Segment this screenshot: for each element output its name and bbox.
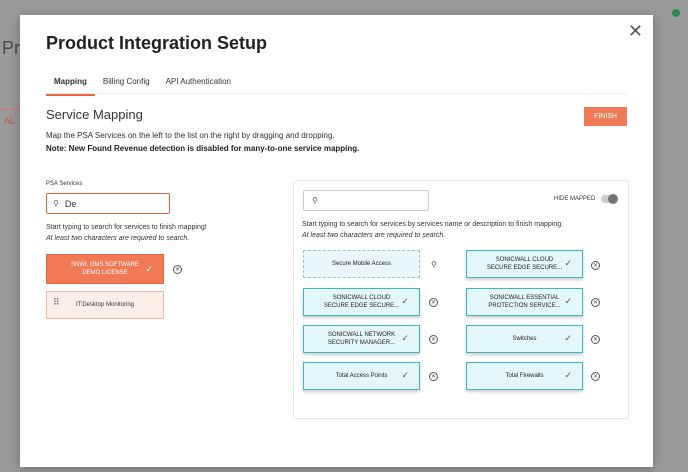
services-search-hint: Start typing to search for services by s… [302,221,564,228]
hide-mapped-toggle[interactable] [601,194,618,204]
check-icon: ✓ [564,333,572,343]
services-search-input[interactable]: ⚲ [303,190,429,211]
service-card[interactable]: Switches ✓ [466,325,583,353]
service-card-line1: SONICWALL CLOUD [495,257,554,263]
service-card-line1: SONICWALL NETWORK [327,332,396,338]
service-card[interactable]: SONICWALL ESSENTIAL PROTECTION SERVICE...… [466,288,583,316]
services-panel: ⚲ HIDE MAPPED Start typing to search for… [293,180,629,419]
psa-services-label: PSA Services [46,181,83,187]
psa-card-line1: IT:Desktop Monitoring [75,302,135,308]
check-icon: ✓ [564,370,572,380]
hide-mapped-label: HIDE MAPPED [554,196,596,202]
check-icon: ✓ [564,258,572,268]
service-card[interactable]: Total Access Points ✓ [303,362,420,390]
unmap-x-icon[interactable]: ✕ [429,372,438,381]
service-card[interactable]: Secure Mobile Access [303,250,420,278]
unmap-x-icon[interactable]: ✕ [591,372,600,381]
integration-setup-modal: ✕ Product Integration Setup Mapping Bill… [20,15,653,467]
psa-card-line2: DEMO LICENSE [82,270,128,276]
modal-title: Product Integration Setup [46,33,268,53]
services-search-min-hint: At least two characters are required to … [302,232,446,239]
psa-search-min-hint: At least two characters are required to … [46,235,190,242]
drag-handle-icon[interactable]: ⠿ [53,298,60,307]
unmap-x-icon[interactable]: ✕ [591,261,600,270]
mapping-description: Map the PSA Services on the left to the … [46,131,335,140]
mapping-note: Note: New Found Revenue detection is dis… [46,144,360,153]
unmap-x-icon[interactable]: ✕ [173,265,182,274]
background-divider [0,109,22,110]
service-card-line1: Total Firewalls [505,373,544,379]
background-title: Pr [2,38,20,58]
service-card-line2: SECURE EDGE SECURE... [323,303,400,309]
close-icon[interactable]: ✕ [628,21,643,42]
background-tab: AL [4,116,16,126]
check-icon: ✓ [145,264,153,274]
service-card-line1: SONICWALL CLOUD [332,295,391,301]
unmap-x-icon[interactable]: ✕ [429,298,438,307]
finish-button[interactable]: FINISH [584,107,627,126]
service-card-line2: SECURITY MANAGER... [327,340,396,346]
service-card-line1: Switches [512,336,537,342]
psa-search-hint: Start typing to search for services to f… [46,224,207,231]
psa-search-value: De [64,198,77,209]
status-dot [672,9,680,17]
service-card-line2: PROTECTION SERVICE... [488,303,561,309]
service-card[interactable]: SONICWALL CLOUD SECURE EDGE SECURE... ✓ [303,288,420,316]
tab-divider [46,93,626,94]
filter-icon: ⚲ [312,196,318,205]
unmap-x-icon[interactable]: ✕ [591,298,600,307]
check-icon: ✓ [401,370,409,380]
check-icon: ✓ [564,296,572,306]
check-icon: ✓ [401,333,409,343]
filter-icon: ⚲ [53,199,59,208]
service-card-line2: SECURE EDGE SECURE... [486,265,563,271]
unmap-x-icon[interactable]: ✕ [429,335,438,344]
service-card-line1: SONICWALL ESSENTIAL [489,295,560,301]
section-title: Service Mapping [46,107,143,122]
psa-card-line1: SNWL GMS SOFTWARE [71,262,139,268]
service-card[interactable]: Total Firewalls ✓ [466,362,583,390]
service-card[interactable]: SONICWALL NETWORK SECURITY MANAGER... ✓ [303,325,420,353]
psa-service-card[interactable]: ⠿ IT:Desktop Monitoring [46,291,164,319]
psa-search-input[interactable]: ⚲ De [46,193,170,214]
service-card[interactable]: SONICWALL CLOUD SECURE EDGE SECURE... ✓ [466,250,583,278]
unmap-x-icon[interactable]: ✕ [591,335,600,344]
service-card-line1: Total Access Points [335,373,388,379]
check-icon: ✓ [401,296,409,306]
psa-service-card[interactable]: SNWL GMS SOFTWARE DEMO LICENSE ✓ [46,254,164,284]
filter-icon: ⚲ [431,260,437,269]
service-card-line1: Secure Mobile Access [331,261,392,267]
